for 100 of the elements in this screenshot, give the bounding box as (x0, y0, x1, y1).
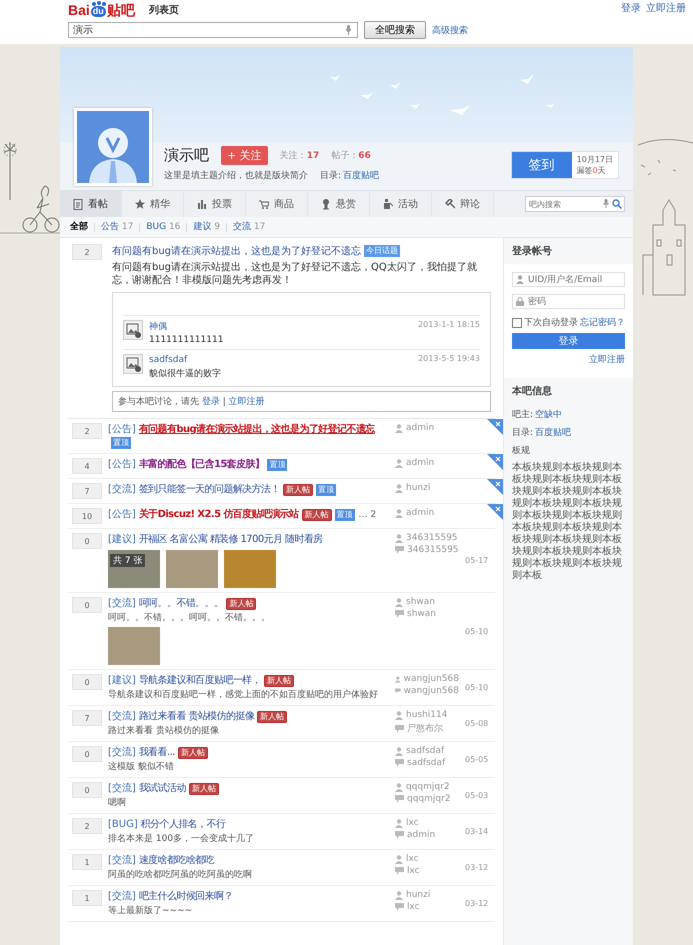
remember-checkbox[interactable] (512, 318, 522, 328)
password-field[interactable]: 密码 (512, 294, 625, 309)
forum-name: 演示吧 (164, 146, 209, 165)
forgot-password-link[interactable]: 忘记密码？ (580, 316, 625, 329)
username-field[interactable]: UID/用户名/Email (512, 272, 625, 287)
thread-tag[interactable]: [建议] (108, 533, 136, 547)
comment-time: 2013-5-5 19:43 (418, 354, 480, 365)
register-link[interactable]: 立即注册 (228, 397, 265, 407)
reply-count: 0 (72, 597, 102, 613)
search-button[interactable]: 全吧搜索 (364, 21, 426, 39)
site-logo[interactable]: Bai du 贴吧 (68, 3, 135, 17)
thread-title[interactable]: 签到只能签一天的问题解决方法！ (138, 483, 280, 497)
nav-tab[interactable]: 看帖 (60, 191, 122, 217)
owner-link[interactable]: 空缺中 (535, 408, 562, 421)
author-name[interactable]: admin (406, 508, 434, 518)
last-reply-user[interactable]: wangjun568 (404, 686, 459, 696)
author-name[interactable]: wangjun568 (404, 674, 459, 684)
author-name[interactable]: admin (406, 423, 434, 433)
unpin-corner-icon[interactable] (487, 479, 503, 495)
author-name[interactable]: shwan (406, 597, 435, 607)
thread-tag[interactable]: [公告] (108, 508, 136, 522)
comment-user[interactable]: 神偶 (149, 322, 167, 332)
thread-tag[interactable]: [交流] (108, 746, 136, 760)
advanced-search-link[interactable]: 高级搜索 (432, 24, 468, 36)
unpin-corner-icon[interactable] (487, 504, 503, 520)
last-reply-user[interactable]: qqqmjqr2 (407, 794, 451, 804)
thread-tag[interactable]: [交流] (108, 597, 136, 611)
thread-title[interactable]: 吧主什么时候回来啊？ (138, 890, 233, 904)
category-link[interactable]: 百度贴吧 (535, 426, 572, 439)
last-reply-user[interactable]: admin (407, 830, 436, 840)
thread-tag[interactable]: [公告] (108, 458, 136, 472)
last-reply-user[interactable]: lxc (407, 866, 420, 876)
author-name[interactable]: lxc (406, 854, 419, 864)
search-icon[interactable] (612, 199, 622, 209)
user-icon (395, 710, 403, 720)
top-link[interactable]: 立即注册 (646, 1, 686, 15)
section-title: 本吧信息 (512, 384, 553, 399)
new-post-badge: 新人帖 (264, 675, 294, 687)
thread-title[interactable]: 导航条建议和百度贴吧一样， (138, 674, 262, 688)
thread-tag[interactable]: [BUG] (108, 818, 138, 832)
thread-title[interactable]: 速度啥都吃啥都吃 (138, 854, 214, 868)
unpin-corner-icon[interactable] (487, 419, 503, 435)
comment-icon (395, 903, 404, 911)
login-link[interactable]: 登录 (202, 397, 220, 407)
thread-tag[interactable]: [建议] (108, 674, 136, 688)
rules-text: 本板块规则本板块规则本板块规则本板块规则本板块规则本板块规则本板块规则本板块规则本板块规则本板块规则本板块规则本板块规则本板块规则本板块规则本板块规则本板块规则本板块规则本板块规则本板块规则本板块规则本板 (512, 462, 623, 582)
follow-button[interactable]: + 关注 (221, 146, 268, 165)
thread-title[interactable]: 我看看... (138, 746, 175, 760)
category-link[interactable]: 百度贴吧 (343, 169, 380, 182)
forum-search-field[interactable]: 吧内搜索 (525, 196, 625, 212)
author-name[interactable]: hushi114 (406, 710, 448, 720)
microphone-icon (603, 199, 609, 208)
thread-tag[interactable]: [交流] (108, 782, 136, 796)
thread-title[interactable]: 有问题有bug请在演示站提出，这也是为了好登记不遗忘 (112, 246, 362, 257)
login-button[interactable]: 登录 (512, 333, 625, 349)
thread-title[interactable]: 关于Discuz! X2.5 仿百度贴吧演示站 (138, 508, 299, 522)
reply-count: 4 (72, 458, 102, 474)
unpin-corner-icon[interactable] (487, 454, 503, 470)
last-reply-user[interactable]: 尸憨布尔 (407, 722, 443, 735)
document-icon (73, 198, 83, 210)
thread-title[interactable]: 积分个人排名，不行 (140, 818, 226, 832)
author-name[interactable]: hunzi (406, 483, 430, 493)
filter-link[interactable]: 交流 17 (226, 222, 272, 232)
author-name[interactable]: hunzi (406, 890, 430, 900)
author-name[interactable]: qqqmjqr2 (406, 782, 450, 792)
search-field[interactable]: 演示 (68, 22, 358, 38)
author-name[interactable]: admin (406, 458, 434, 468)
user-icon (395, 424, 403, 432)
author-name[interactable]: 346315595 (406, 533, 458, 543)
reply-count: 0 (72, 533, 102, 549)
thread-title[interactable]: 路过来看看 贵站模仿的挺像 (138, 710, 254, 724)
new-post-badge: 新人帖 (257, 711, 288, 723)
thread-tag[interactable]: [交流] (108, 854, 136, 868)
thread-title[interactable]: 开福区 名富公寓 精装修 1700元月 随时看房 (138, 533, 323, 547)
last-reply-user[interactable]: lxc (407, 902, 420, 912)
thread-tag[interactable]: [公告] (108, 423, 136, 437)
author-name[interactable]: lxc (406, 818, 419, 828)
thread-tag[interactable]: [交流] (108, 710, 136, 724)
sign-in-button[interactable]: 签到 (512, 152, 572, 178)
pinned-badge: 置顶 (316, 484, 336, 496)
last-reply-user[interactable]: sadfsdaf (407, 758, 446, 768)
thread-title[interactable]: 丰富的配色【已含15套皮肤】 (138, 458, 264, 472)
last-reply-user[interactable]: shwan (407, 609, 436, 619)
thread-title[interactable]: 有问题有bug请在演示站提出，这也是为了好登记不遗忘 (138, 423, 375, 437)
filter-link[interactable]: 全部 (70, 222, 94, 232)
filter-link[interactable]: 公告 17 (94, 222, 140, 232)
top-link[interactable]: 登录 (621, 1, 641, 15)
filter-link[interactable]: BUG 16 (139, 222, 186, 232)
comment-user[interactable]: sadfsdaf (149, 355, 188, 365)
filter-link[interactable]: 建议 9 (186, 222, 226, 232)
author-name[interactable]: sadfsdaf (406, 746, 444, 756)
register-link[interactable]: 立即注册 (589, 355, 625, 365)
page-link[interactable]: … 2 (358, 508, 376, 522)
last-reply-user[interactable]: 346315595 (407, 545, 459, 555)
thread-excerpt: 导航条建议和百度贴吧一样，感觉上面的不如百度贴吧的用户体验好 (108, 689, 379, 701)
thread-tag[interactable]: [交流] (108, 483, 136, 497)
thread-title[interactable]: 我试试活动 (138, 782, 186, 796)
thread-tag[interactable]: [交流] (108, 890, 136, 904)
comment-icon (395, 546, 404, 554)
thread-title[interactable]: 呵呵。。不错。。。 (138, 597, 224, 611)
